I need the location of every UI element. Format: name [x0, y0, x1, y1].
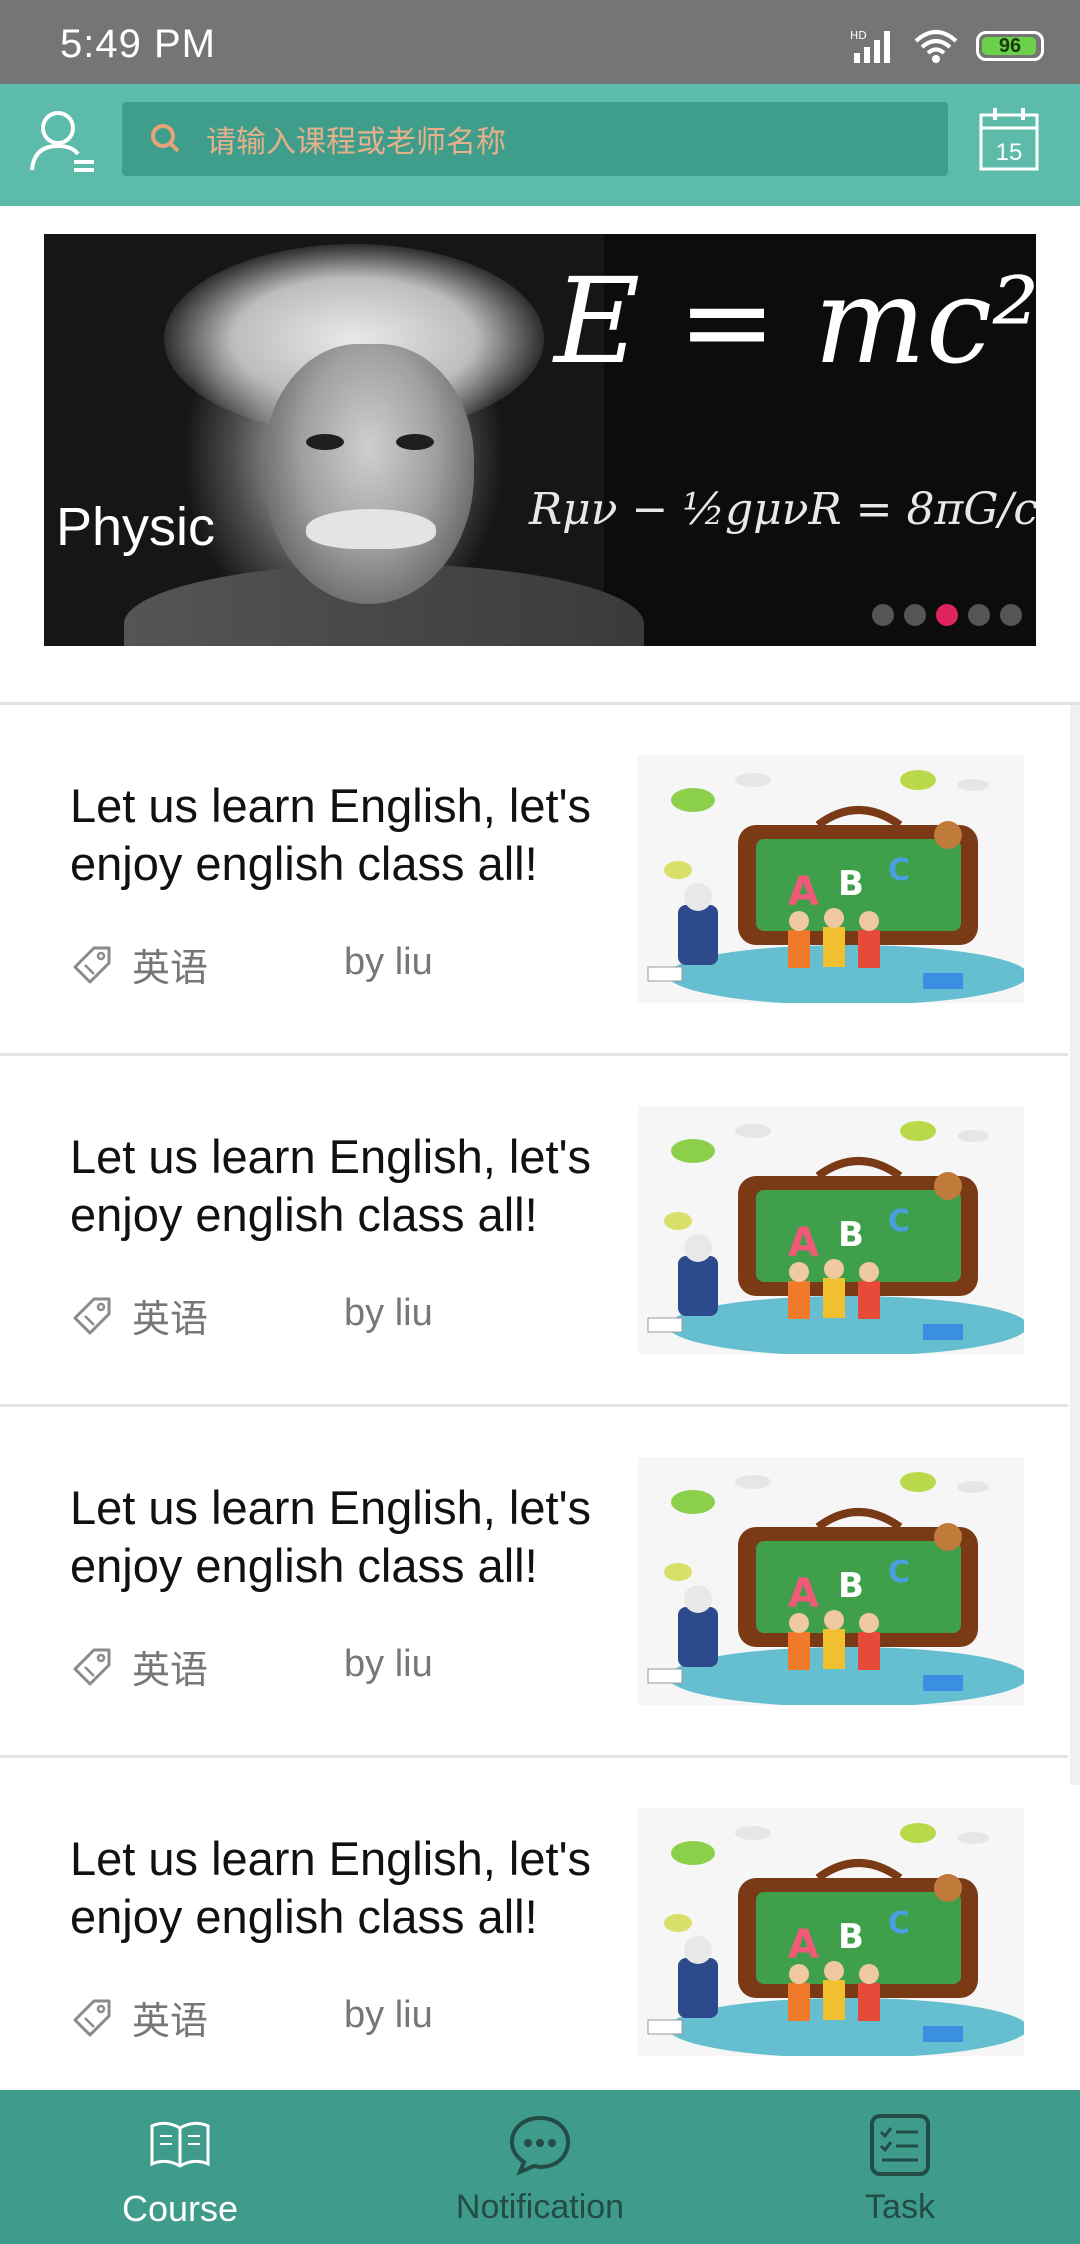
nav-label-notification: Notification [455, 2188, 625, 2226]
top-app-bar: 请输入课程或老师名称 15 [0, 84, 1080, 206]
nav-item-notification[interactable]: Notification [360, 2090, 720, 2244]
nav-item-task[interactable]: Task [720, 2090, 1080, 2244]
course-thumbnail: A B C [638, 1457, 1024, 1705]
course-tag: 英语 [72, 1288, 208, 1343]
status-bar: 5:49 PM HD 96 [0, 0, 1080, 84]
bottom-navigation: Course Notification Task [0, 2090, 1080, 2244]
signal-icon: HD [850, 29, 890, 63]
course-title: Let us learn English, let's enjoy englis… [70, 1130, 592, 1241]
course-list: Let us learn English, let's enjoy englis… [0, 705, 1068, 2109]
carousel-dot[interactable] [936, 604, 958, 626]
carousel-dot[interactable] [1000, 604, 1022, 626]
banner-formula-main: E = mc² [554, 252, 1036, 390]
svg-text:B: B [838, 864, 864, 904]
svg-text:C: C [888, 1204, 910, 1239]
user-icon[interactable] [28, 106, 98, 176]
tag-icon [73, 946, 111, 983]
tag-icon [73, 1999, 111, 2036]
svg-text:B: B [838, 1917, 864, 1957]
banner-title: Physic [56, 497, 216, 557]
scrollbar[interactable] [1070, 705, 1080, 1785]
course-item[interactable]: Let us learn English, let's enjoy englis… [0, 705, 1068, 1056]
course-tag-label: 英语 [132, 1999, 209, 2043]
svg-text:A: A [788, 1571, 819, 1617]
calendar-icon[interactable]: 15 [978, 106, 1040, 172]
course-item[interactable]: Let us learn English, let's enjoy englis… [0, 1056, 1068, 1407]
course-thumbnail: A B C [638, 1808, 1024, 2056]
course-tag: 英语 [72, 1990, 208, 2045]
svg-text:B: B [838, 1566, 864, 1606]
search-icon [151, 124, 180, 153]
carousel-dot[interactable] [904, 604, 926, 626]
banner-photo-face [264, 344, 474, 604]
course-author: by liu [344, 1643, 433, 1685]
nav-label-task: Task [865, 2188, 935, 2226]
course-title: Let us learn English, let's enjoy englis… [70, 1832, 592, 1943]
course-author: by liu [344, 941, 433, 983]
svg-text:C: C [888, 1555, 910, 1590]
course-author: by liu [344, 1994, 433, 2036]
course-tag-label: 英语 [132, 1297, 209, 1341]
nav-item-course[interactable]: Course [0, 2090, 360, 2244]
course-tag-label: 英语 [132, 1648, 209, 1692]
course-thumbnail: A B C [638, 755, 1024, 1003]
chat-bubble-icon [509, 2115, 571, 2176]
banner-carousel[interactable]: E = mc² Rμν − ½gμνR = 8πG/c⁴ Tμν Physic [44, 234, 1036, 646]
course-title: Let us learn English, let's enjoy englis… [70, 779, 592, 890]
course-author: by liu [344, 1292, 433, 1334]
course-tag-label: 英语 [132, 946, 209, 990]
course-item[interactable]: Let us learn English, let's enjoy englis… [0, 1407, 1068, 1758]
banner-photo-eye [396, 434, 434, 450]
search-bar[interactable]: 请输入课程或老师名称 [122, 102, 948, 176]
svg-text:B: B [838, 1215, 864, 1255]
status-time: 5:49 PM [60, 22, 216, 66]
tag-icon [73, 1648, 111, 1685]
svg-text:A: A [788, 869, 819, 915]
carousel-dot[interactable] [872, 604, 894, 626]
book-icon [150, 2121, 210, 2168]
task-list-icon [870, 2114, 930, 2176]
svg-text:C: C [888, 853, 910, 888]
tag-icon [73, 1297, 111, 1334]
banner-photo-eye [306, 434, 344, 450]
calendar-day: 15 [996, 139, 1023, 166]
hd-badge: HD [850, 29, 867, 42]
svg-text:A: A [788, 1922, 819, 1968]
battery-level: 96 [998, 34, 1022, 57]
status-icons: HD 96 [850, 26, 1044, 66]
nav-label-course: Course [121, 2188, 239, 2229]
search-placeholder: 请输入课程或老师名称 [206, 125, 506, 160]
carousel-dot[interactable] [968, 604, 990, 626]
svg-text:C: C [888, 1906, 910, 1941]
course-item[interactable]: Let us learn English, let's enjoy englis… [0, 1758, 1068, 2109]
svg-text:A: A [788, 1220, 819, 1266]
course-tag: 英语 [72, 937, 208, 992]
banner-formula-sub: Rμν − ½gμνR = 8πG/c⁴ Tμν [529, 484, 1036, 535]
banner-photo-mustache [306, 509, 436, 549]
carousel-indicator [872, 604, 1022, 626]
course-title: Let us learn English, let's enjoy englis… [70, 1481, 592, 1592]
course-tag: 英语 [72, 1639, 208, 1694]
course-thumbnail: A B C [638, 1106, 1024, 1354]
battery-indicator: 96 [976, 31, 1044, 61]
wifi-icon [914, 30, 958, 63]
